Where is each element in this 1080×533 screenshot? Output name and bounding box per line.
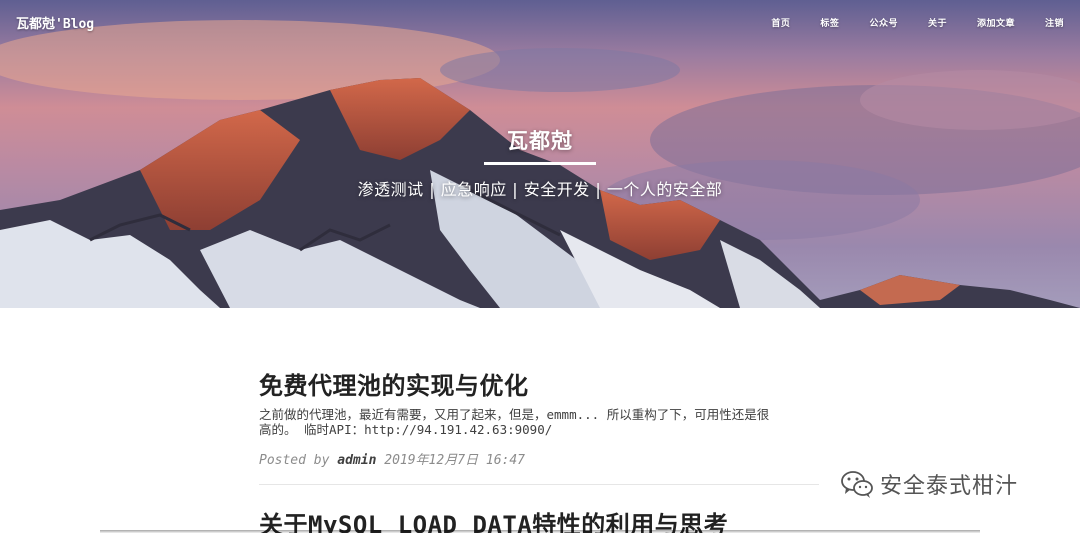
watermark-text: 安全泰式柑汁 [880,474,1019,499]
post-excerpt-line: 之前做的代理池，最近有需要，又用了起来，但是，emmm... 所以重构了下，可用… [259,407,770,422]
post-preview: 免费代理池的实现与优化 之前做的代理池，最近有需要，又用了起来，但是，emmm.… [259,366,819,468]
nav-link-tags[interactable]: 标签 [820,16,839,29]
hero-subtitle: 渗透测试 | 应急响应 | 安全开发 | 一个人的安全部 [357,180,723,199]
hero-divider [484,162,596,165]
nav-menu: 首页 标签 公众号 关于 添加文章 注销 [741,16,1064,29]
wechat-icon [841,471,873,498]
post-title[interactable]: 免费代理池的实现与优化 [259,366,819,401]
post-title[interactable]: 关于MySQL LOAD DATA特性的利用与思考 [259,505,819,533]
brand-logo[interactable]: 瓦都尅'Blog [16,13,94,32]
nav-link-logout[interactable]: 注销 [1045,16,1064,29]
hero-title: 瓦都尅 [507,129,573,153]
wechat-watermark: 安全泰式柑汁 [840,468,1018,500]
post-author: admin [337,453,377,468]
nav-link-home[interactable]: 首页 [771,16,790,29]
nav-link-about[interactable]: 关于 [928,16,947,29]
post-meta-prefix: Posted by [259,453,338,468]
navbar: 瓦都尅'Blog 首页 标签 公众号 关于 添加文章 注销 [0,0,1080,44]
post-excerpt: 之前做的代理池，最近有需要，又用了起来，但是，emmm... 所以重构了下，可用… [259,407,819,437]
nav-link-add-post[interactable]: 添加文章 [977,16,1015,29]
hero-banner: 瓦都尅'Blog 首页 标签 公众号 关于 添加文章 注销 瓦都尅 渗透测试 |… [0,0,1080,308]
post-preview: 关于MySQL LOAD DATA特性的利用与思考 [259,505,819,533]
post-date: 2019年12月7日 16:47 [376,453,525,468]
post-excerpt-line: 高的。 临时API：http://94.191.42.63:9090/ [259,422,553,437]
nav-link-wechat[interactable]: 公众号 [869,16,898,29]
post-meta: Posted by admin 2019年12月7日 16:47 [259,449,819,468]
post-separator [259,484,819,485]
